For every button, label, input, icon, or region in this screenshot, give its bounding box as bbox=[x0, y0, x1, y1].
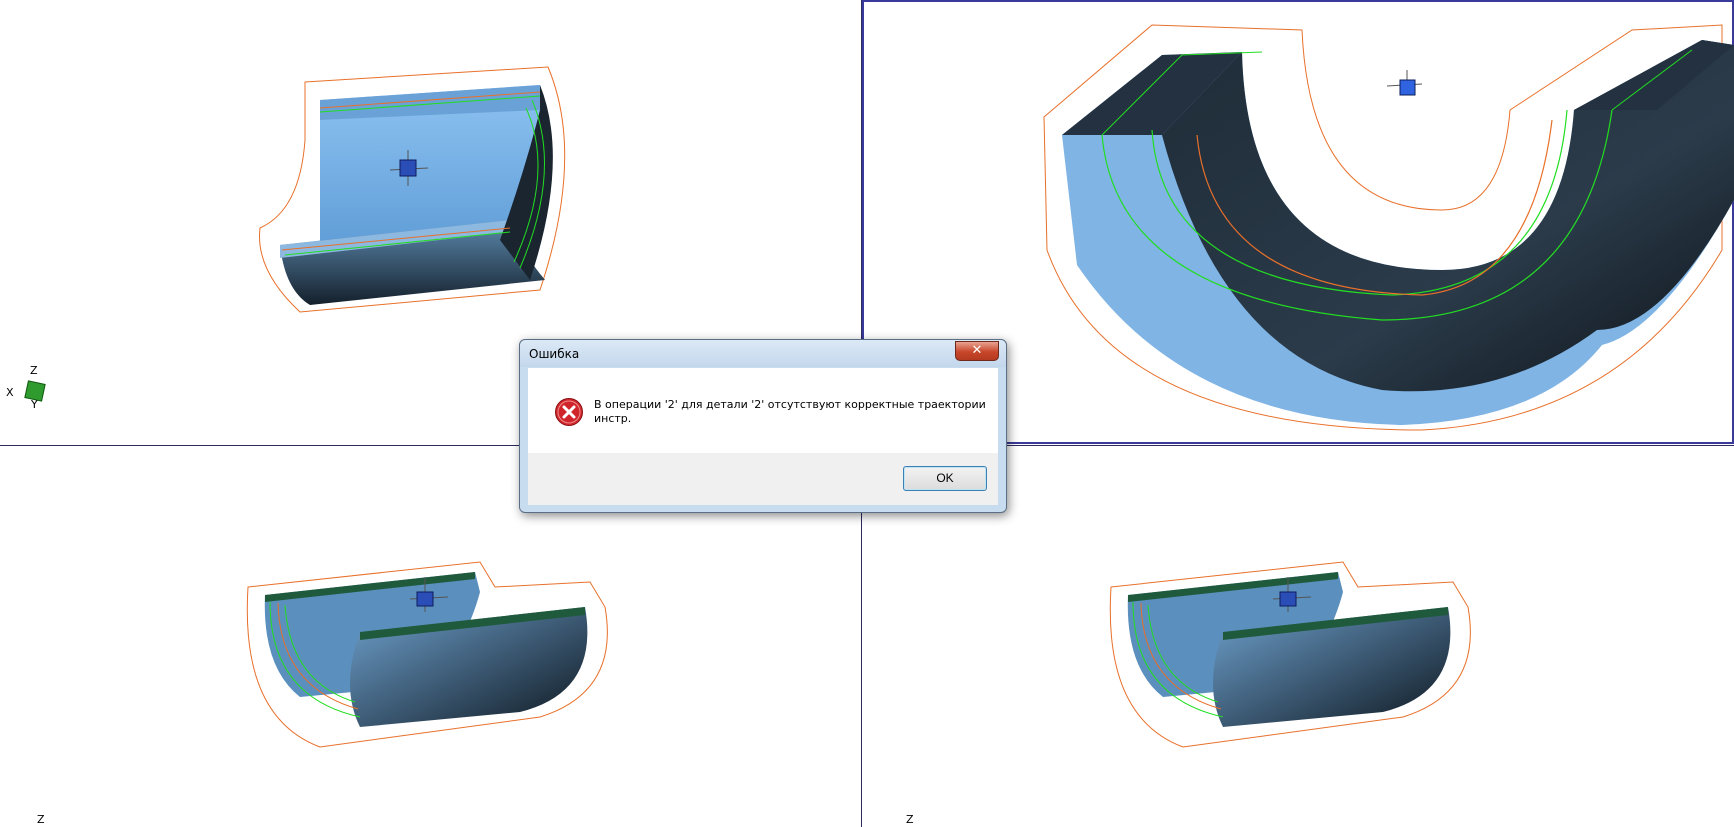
close-icon: ✕ bbox=[971, 343, 983, 358]
close-button[interactable]: ✕ bbox=[955, 341, 999, 361]
dialog-body: В операции '2' для детали '2' отсутствую… bbox=[528, 368, 998, 505]
axis-x-label: X bbox=[6, 386, 14, 399]
axis-y-label: Y bbox=[31, 398, 38, 411]
error-dialog: Ошибка ✕ В операции '2' для детали '2' о… bbox=[519, 339, 1007, 513]
error-icon bbox=[555, 398, 583, 426]
axis-z-label: Z bbox=[906, 813, 914, 826]
axis-z-label: Z bbox=[30, 364, 38, 377]
axis-z-label: Z bbox=[37, 813, 45, 826]
dialog-titlebar[interactable]: Ошибка ✕ bbox=[520, 340, 1006, 367]
dialog-title: Ошибка bbox=[529, 347, 580, 361]
axis-triad-icon: Z X Y bbox=[6, 360, 50, 411]
error-message: В операции '2' для детали '2' отсутствую… bbox=[594, 398, 986, 425]
tool-marker-icon bbox=[1386, 70, 1423, 96]
dialog-message-area: В операции '2' для детали '2' отсутствую… bbox=[528, 368, 998, 453]
ok-button[interactable]: OK bbox=[903, 466, 987, 491]
